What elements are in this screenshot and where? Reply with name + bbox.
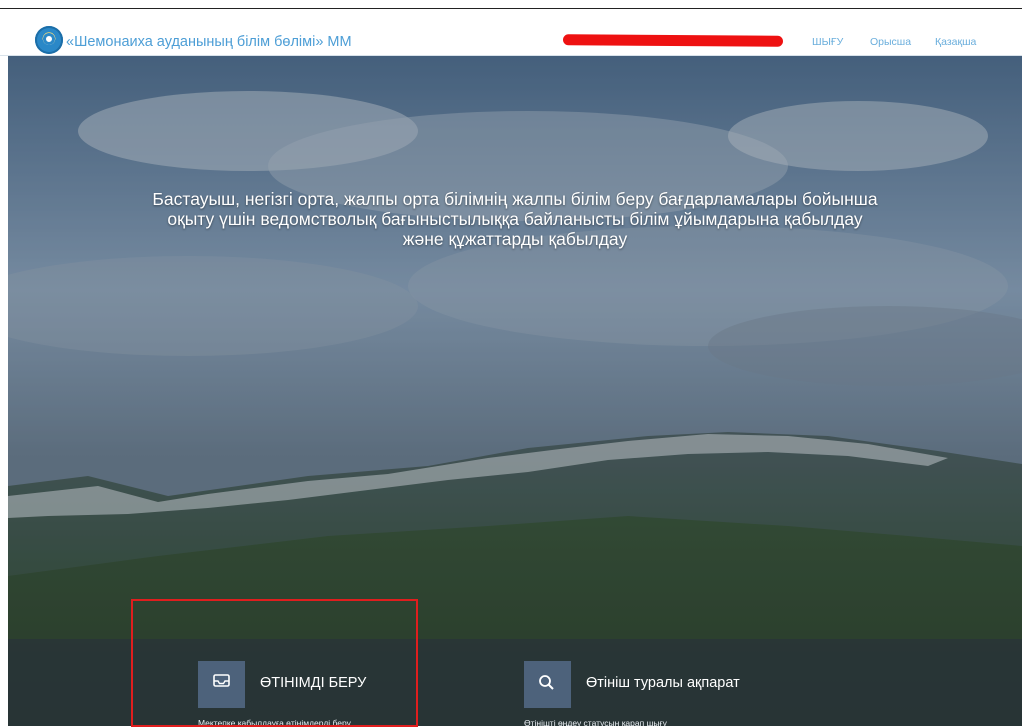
hero-title: Бастауыш, негізгі орта, жалпы орта білім… — [8, 189, 1022, 249]
top-navbar: «Шемонаиха ауданының білім бөлімі» ММ ШЫ… — [0, 10, 1022, 56]
redacted-user-name — [562, 34, 784, 47]
hero-title-line: және құжаттарды қабылдау — [402, 229, 628, 249]
emblem-center — [43, 33, 55, 45]
submit-application-sublabel: Мектепке қабылдауға өтінімдерді беру — [198, 718, 351, 726]
submit-application-action[interactable]: ӨТІНІМДІ БЕРУ Мектепке қабылдауға өтінім… — [198, 661, 428, 726]
application-info-label[interactable]: Өтініш туралы ақпарат — [586, 675, 740, 691]
submit-application-label[interactable]: ӨТІНІМДІ БЕРУ — [260, 675, 366, 691]
hero-title-line: Бастауыш, негізгі орта, жалпы орта білім… — [152, 189, 878, 209]
russian-language-link[interactable]: Орысша — [870, 36, 911, 48]
kazakh-language-link[interactable]: Қазақша — [935, 36, 976, 48]
organization-emblem-icon[interactable] — [35, 26, 63, 54]
application-info-action[interactable]: Өтініш туралы ақпарат Өтінішті өңдеу ста… — [524, 661, 784, 726]
hero-overlay — [8, 56, 1022, 726]
brand-title[interactable]: «Шемонаиха ауданының білім бөлімі» ММ — [66, 34, 352, 50]
hero-title-line: оқыту үшін ведомстволық бағыныстылыққа б… — [167, 209, 863, 229]
inbox-icon[interactable] — [198, 661, 245, 708]
application-info-sublabel: Өтінішті өңдеу статусын қарап шығу — [524, 718, 667, 726]
search-icon[interactable] — [524, 661, 571, 708]
logout-link[interactable]: ШЫҒУ — [812, 36, 843, 48]
document-divider — [0, 8, 1022, 9]
action-bar: ӨТІНІМДІ БЕРУ Мектепке қабылдауға өтінім… — [8, 639, 1022, 726]
document-caption-strip — [0, 0, 1022, 9]
hero-banner: Бастауыш, негізгі орта, жалпы орта білім… — [8, 56, 1022, 726]
